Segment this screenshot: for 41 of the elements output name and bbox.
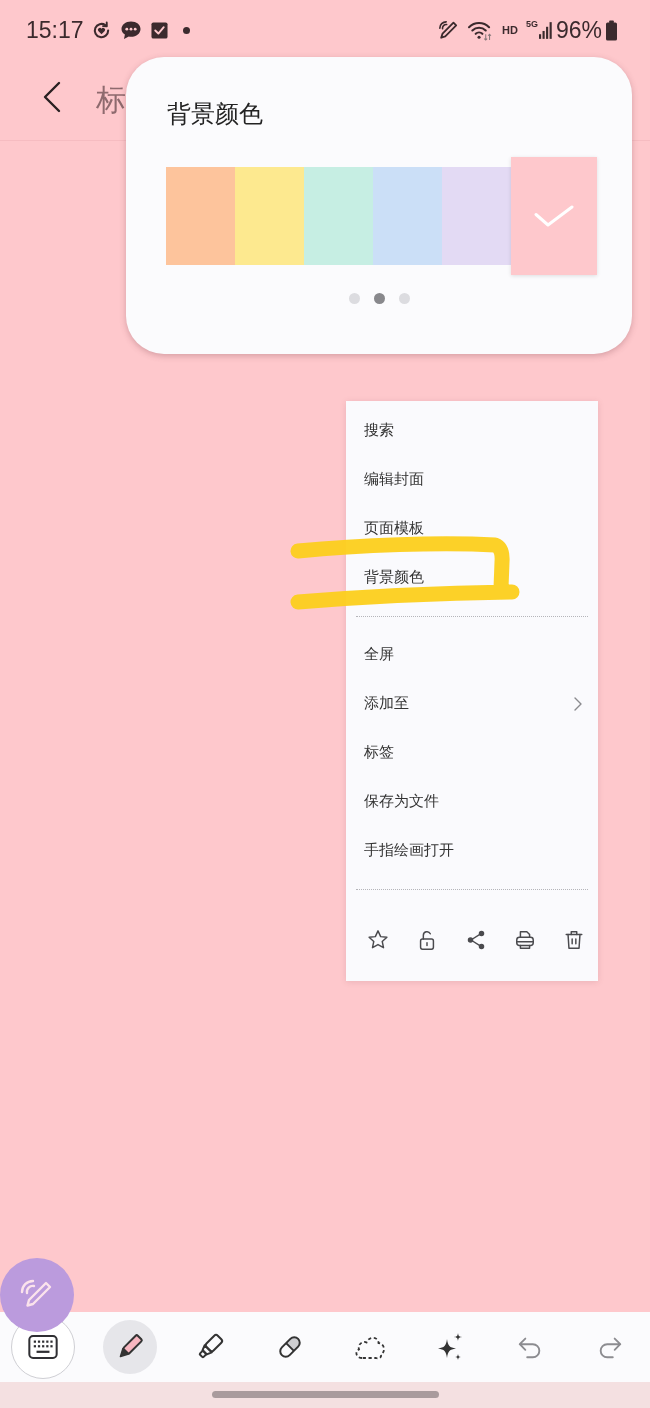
color-swatch[interactable] xyxy=(166,167,235,265)
printer-icon[interactable] xyxy=(513,929,536,951)
color-swatch[interactable] xyxy=(235,167,304,265)
signal-bars-icon xyxy=(538,21,552,39)
menu-item[interactable]: 编辑封面 xyxy=(346,455,598,504)
popup-title: 背景颜色 xyxy=(166,99,264,130)
network-type-label: 5G xyxy=(525,19,538,29)
trash-icon[interactable] xyxy=(562,929,585,951)
notification-dot-icon xyxy=(182,26,190,34)
menu-item[interactable]: 页面模板 xyxy=(346,504,598,553)
page-dot-icon[interactable] xyxy=(398,293,410,304)
pen-signal-icon xyxy=(438,20,459,40)
battery-icon xyxy=(606,19,617,41)
wifi-icon xyxy=(467,19,494,41)
home-handle[interactable] xyxy=(211,1391,439,1398)
color-swatch[interactable] xyxy=(373,167,442,265)
menu-item[interactable]: 保存为文件 xyxy=(346,777,598,826)
sync-heart-icon xyxy=(91,20,111,40)
check-icon xyxy=(534,205,574,227)
network-quality-label: HD xyxy=(502,24,518,36)
menu-item[interactable]: 全屏 xyxy=(346,630,598,679)
note-title: 标 xyxy=(96,82,126,118)
menu-item[interactable]: 背景颜色 xyxy=(346,553,598,602)
chat-bubble-icon xyxy=(119,20,142,40)
keyboard-icon xyxy=(28,1335,58,1359)
menu-item[interactable]: 手指绘画打开 xyxy=(346,826,598,875)
checkbox-icon xyxy=(150,21,168,39)
page-dot-icon[interactable] xyxy=(373,293,385,304)
menu-item[interactable]: 标签 xyxy=(346,728,598,777)
status-time: 15:17 xyxy=(26,16,84,44)
menu-item[interactable]: 搜索 xyxy=(346,406,598,455)
star-icon[interactable] xyxy=(366,929,389,951)
color-swatch[interactable] xyxy=(304,167,373,265)
color-swatch[interactable] xyxy=(511,157,597,275)
menu-item[interactable]: 添加至 xyxy=(346,679,598,728)
color-swatch[interactable] xyxy=(442,167,511,265)
chevron-right-icon xyxy=(574,696,582,711)
back-icon[interactable] xyxy=(42,81,62,113)
pen-tool-button[interactable] xyxy=(103,1320,157,1374)
page-dot-icon[interactable] xyxy=(348,293,360,304)
battery-percentage: 96% xyxy=(555,16,602,44)
